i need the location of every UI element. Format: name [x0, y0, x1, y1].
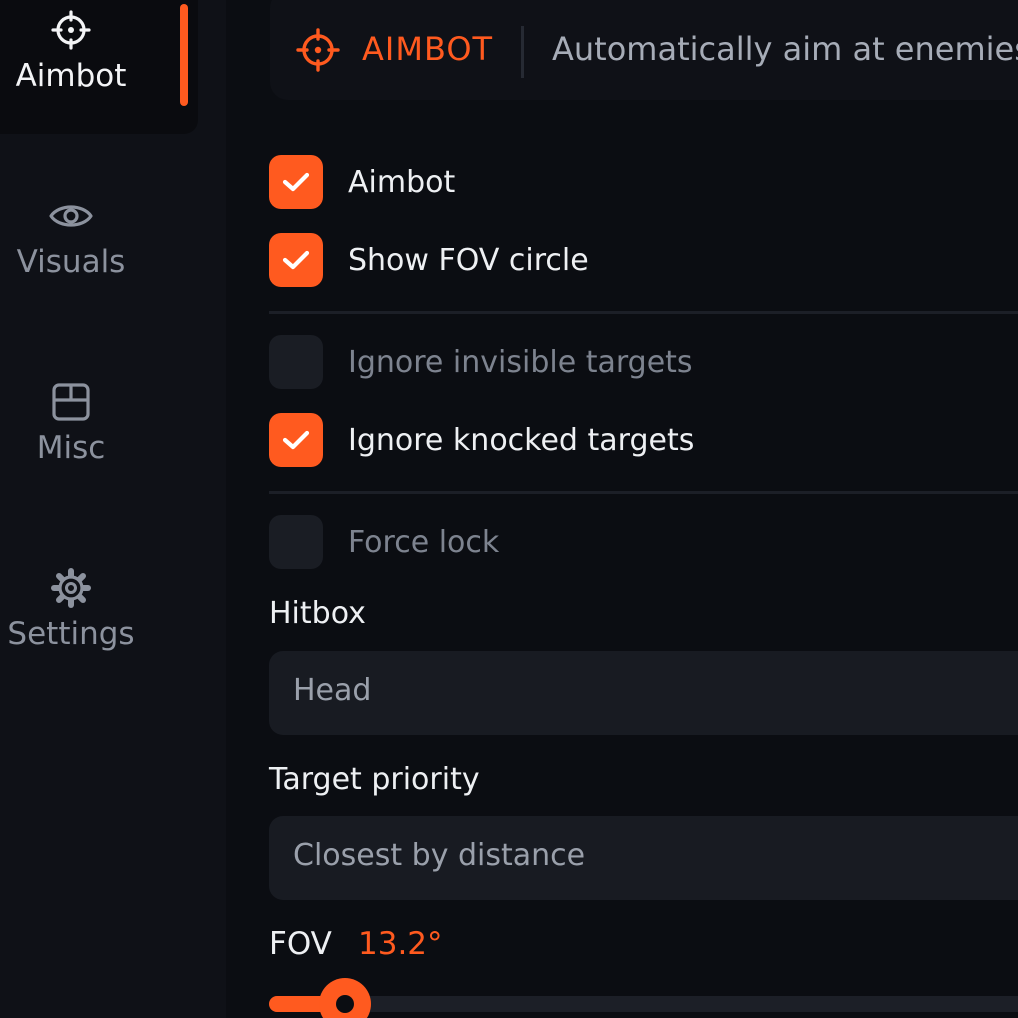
crosshair-icon [49, 8, 93, 52]
force-lock-toggle[interactable]: Force lock [269, 515, 499, 569]
select-value: Closest by distance [293, 838, 586, 873]
sidebar-item-label: Aimbot [15, 58, 127, 94]
aimbot-settings-panel: Aimbot Visuals Misc Settings AIMBOT Auto… [0, 0, 1018, 1018]
checkbox-label: Aimbot [348, 164, 456, 200]
section-description: Automatically aim at enemies [552, 30, 1018, 68]
sidebar-item-label: Misc [36, 430, 106, 466]
hitbox-label: Hitbox [269, 596, 366, 631]
checkmark-icon [282, 172, 310, 192]
checkbox-label: Ignore knocked targets [348, 422, 695, 458]
crosshair-icon [296, 28, 340, 72]
checkbox-label: Force lock [348, 524, 500, 560]
ignore-invisible-targets-toggle[interactable]: Ignore invisible targets [269, 335, 693, 389]
checkbox[interactable] [269, 335, 323, 389]
section-title: AIMBOT [362, 30, 494, 68]
checkbox[interactable] [269, 233, 323, 287]
fov-label: FOV [269, 926, 332, 962]
select-value: Head [293, 673, 372, 708]
checkmark-icon [282, 430, 310, 450]
sidebar-item-label: Settings [7, 616, 135, 652]
divider [269, 311, 1018, 314]
sidebar-item-visuals[interactable]: Visuals [0, 194, 142, 280]
sidebar-item-aimbot[interactable]: Aimbot [0, 8, 142, 94]
show-fov-circle-toggle[interactable]: Show FOV circle [269, 233, 589, 287]
box-icon [49, 380, 93, 424]
ignore-knocked-targets-toggle[interactable]: Ignore knocked targets [269, 413, 694, 467]
sidebar: Aimbot Visuals Misc Settings [0, 0, 226, 1018]
checkbox[interactable] [269, 155, 323, 209]
checkmark-icon [282, 250, 310, 270]
sidebar-item-label: Visuals [16, 244, 126, 280]
eye-icon [49, 194, 93, 238]
gear-icon [49, 566, 93, 610]
target-priority-label: Target priority [269, 762, 480, 797]
hitbox-select[interactable]: Head [269, 651, 1018, 735]
sidebar-item-misc[interactable]: Misc [0, 380, 142, 466]
fov-slider-track[interactable] [269, 996, 1018, 1012]
fov-value: 13.2° [358, 926, 443, 962]
active-nav-indicator [180, 4, 188, 106]
header-divider [521, 26, 524, 78]
fov-slider-thumb[interactable] [319, 978, 371, 1018]
checkbox[interactable] [269, 515, 323, 569]
checkbox-label: Ignore invisible targets [348, 344, 693, 380]
slider-thumb-dot [336, 995, 354, 1013]
sidebar-item-settings[interactable]: Settings [0, 566, 142, 652]
aimbot-toggle[interactable]: Aimbot [269, 155, 455, 209]
checkbox-label: Show FOV circle [348, 242, 589, 278]
target-priority-select[interactable]: Closest by distance [269, 816, 1018, 900]
checkbox[interactable] [269, 413, 323, 467]
divider [269, 491, 1018, 494]
